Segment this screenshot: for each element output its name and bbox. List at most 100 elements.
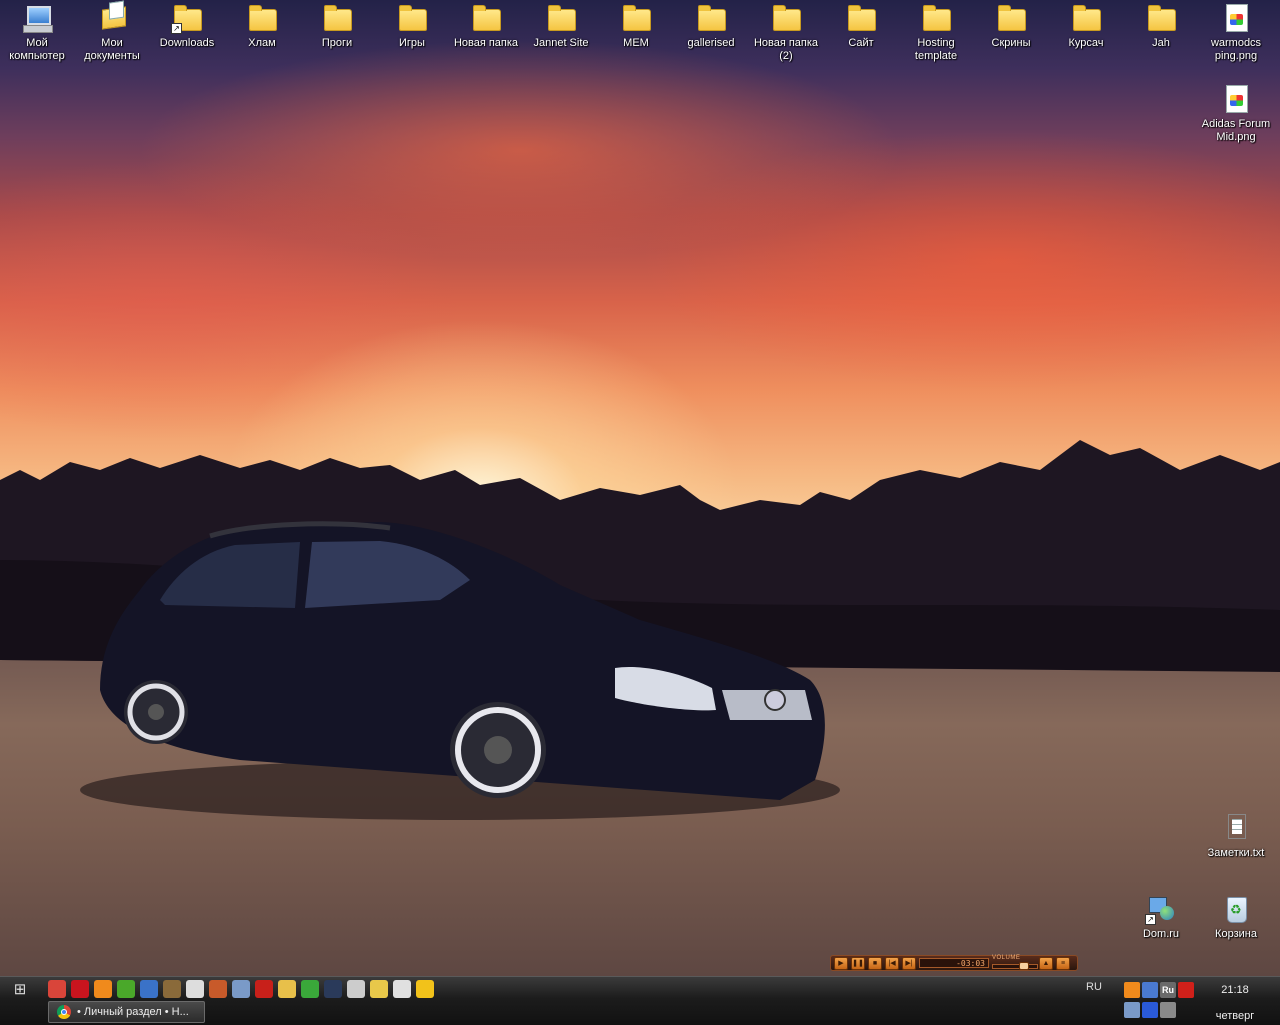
desktop-icon-label: Мои документы — [84, 37, 140, 62]
eject-button[interactable]: ▲ — [1039, 956, 1053, 970]
desktop-icon-folder[interactable]: Курсач — [1049, 0, 1123, 50]
taskbar-button-label: • Личный раздел • Н... — [77, 1006, 189, 1018]
image-file-icon — [1220, 83, 1252, 115]
next-button[interactable]: ▶| — [902, 956, 916, 970]
desktop-icon-folder[interactable]: Jah — [1124, 0, 1198, 50]
volume-control[interactable]: VOLUME — [992, 955, 1038, 970]
desktop-icon-label: warmodcs ping.png — [1210, 37, 1262, 62]
connection-tray-icon[interactable] — [1124, 1002, 1140, 1018]
folder-icon — [695, 2, 727, 34]
utorrent-icon[interactable] — [117, 980, 135, 998]
text-file-icon — [1220, 812, 1252, 844]
volume-track[interactable] — [992, 964, 1038, 969]
desktop-icon-my-documents[interactable]: Мои документы — [75, 0, 149, 63]
desktop-icon-dom-ru[interactable]: ↗ Dom.ru — [1124, 891, 1198, 941]
previous-button[interactable]: |◀ — [885, 956, 899, 970]
media-tray-icon[interactable] — [1124, 982, 1140, 998]
folder-icon — [620, 2, 652, 34]
desktop-wallpaper — [0, 0, 1280, 976]
player-time-display: -03:03 — [919, 958, 989, 968]
opera-tray-icon[interactable] — [1178, 982, 1194, 998]
desktop-icon-label: Курсач — [1068, 37, 1104, 49]
windows-logo-icon: ⊞ — [13, 981, 27, 998]
desktop-icon-label: МЕМ — [623, 37, 649, 49]
editor-icon[interactable] — [301, 980, 319, 998]
settings-tray-icon[interactable] — [1160, 1002, 1176, 1018]
desktop-icon-folder[interactable]: МЕМ — [599, 0, 673, 50]
recycle-bin-icon — [1220, 893, 1252, 925]
desktop-icon-folder[interactable]: Игры — [375, 0, 449, 50]
aim-icon[interactable] — [416, 980, 434, 998]
folder-shortcut-icon: ↗ — [171, 2, 203, 34]
clock-time: 21:18 — [1221, 984, 1249, 996]
desktop-icon-label: Игры — [399, 37, 425, 49]
desktop-icon-image-file[interactable]: Adidas Forum Mid.png — [1199, 81, 1273, 144]
volume-label: VOLUME — [992, 955, 1021, 961]
taskbar: ⊞ • Личный раздел • Н... RU Ru 21:18 чет… — [0, 976, 1280, 1025]
desktop-icon-label: Hosting template — [914, 37, 958, 62]
taskbar-button-chrome-window[interactable]: • Личный раздел • Н... — [48, 1001, 205, 1023]
messenger-icon[interactable] — [140, 980, 158, 998]
stop-button[interactable]: ■ — [868, 956, 882, 970]
my-computer-icon — [21, 2, 53, 34]
language-indicator[interactable]: RU — [1086, 981, 1102, 993]
ru-tray-icon[interactable]: Ru — [1160, 982, 1176, 998]
folder-icon — [321, 2, 353, 34]
folder-icon — [920, 2, 952, 34]
avast-icon[interactable] — [94, 980, 112, 998]
desktop-icon-folder[interactable]: Новая папка — [449, 0, 523, 50]
filezilla-icon[interactable] — [255, 980, 273, 998]
character-icon[interactable] — [370, 980, 388, 998]
desktop-icon-label: Хлам — [248, 37, 276, 49]
skull-icon[interactable] — [186, 980, 204, 998]
desktop-icon-label: Dom.ru — [1142, 928, 1180, 940]
desktop-icon-folder[interactable]: gallerised — [674, 0, 748, 50]
desktop-icon-label: Проги — [321, 37, 353, 49]
folder-icon — [845, 2, 877, 34]
desktop-icon-label: Новая папка — [453, 37, 519, 49]
desktop-icon-text-file[interactable]: Заметки.txt — [1199, 810, 1273, 860]
play-button[interactable]: ▶ — [834, 956, 848, 970]
pause-button[interactable]: ❚❚ — [851, 956, 865, 970]
winamp-icon[interactable] — [324, 980, 342, 998]
desktop-icon-my-computer[interactable]: Мой компьютер — [0, 0, 74, 63]
desktop-icon-folder[interactable]: Скрины — [974, 0, 1048, 50]
notepad-icon[interactable] — [232, 980, 250, 998]
folder-icon — [1070, 2, 1102, 34]
desktop-icon-downloads[interactable]: ↗ Downloads — [150, 0, 224, 50]
chrome-icon[interactable] — [48, 980, 66, 998]
mail-icon[interactable] — [278, 980, 296, 998]
network-shortcut-icon: ↗ — [1145, 893, 1177, 925]
desktop-icon-folder[interactable]: Новая папка (2) — [749, 0, 823, 63]
desktop-icon-folder[interactable]: Jannet Site — [524, 0, 598, 50]
folder-icon — [1145, 2, 1177, 34]
desktop-icon-recycle-bin[interactable]: Корзина — [1199, 891, 1273, 941]
browser-icon[interactable] — [209, 980, 227, 998]
desktop-icon-label: Jannet Site — [533, 37, 589, 49]
player-menu-button[interactable]: ≡ — [1056, 956, 1070, 970]
volume-knob[interactable] — [1019, 962, 1029, 970]
desktop-icon-folder[interactable]: Хлам — [225, 0, 299, 50]
desktop-icon-image-file[interactable]: warmodcs ping.png — [1199, 0, 1273, 63]
network-tray-icon[interactable] — [1142, 982, 1158, 998]
desktop-icon-label: Скрины — [991, 37, 1031, 49]
folder-icon — [770, 2, 802, 34]
desktop-icon-folder[interactable]: Сайт — [824, 0, 898, 50]
play-tray-icon[interactable] — [1142, 1002, 1158, 1018]
clock-day: четверг — [1215, 1010, 1255, 1022]
paint-icon[interactable] — [163, 980, 181, 998]
desktop-icon-folder[interactable]: Hosting template — [899, 0, 973, 63]
desktop-icon-folder[interactable]: Проги — [300, 0, 374, 50]
folder-icon — [396, 2, 428, 34]
mouse-icon[interactable] — [347, 980, 365, 998]
media-player: ▶ ❚❚ ■ |◀ ▶| -03:03 VOLUME ▲ ≡ — [830, 955, 1078, 971]
start-button[interactable]: ⊞ — [4, 980, 36, 999]
system-tray: Ru — [1124, 980, 1204, 1022]
chrome-icon — [57, 1005, 71, 1019]
opera-icon[interactable] — [71, 980, 89, 998]
alien-icon[interactable] — [393, 980, 411, 998]
clock[interactable]: 21:18 четверг — [1206, 983, 1264, 1023]
desktop-icon-label: Новая папка (2) — [753, 37, 819, 62]
desktop-icon-label: gallerised — [687, 37, 735, 49]
folder-icon — [246, 2, 278, 34]
